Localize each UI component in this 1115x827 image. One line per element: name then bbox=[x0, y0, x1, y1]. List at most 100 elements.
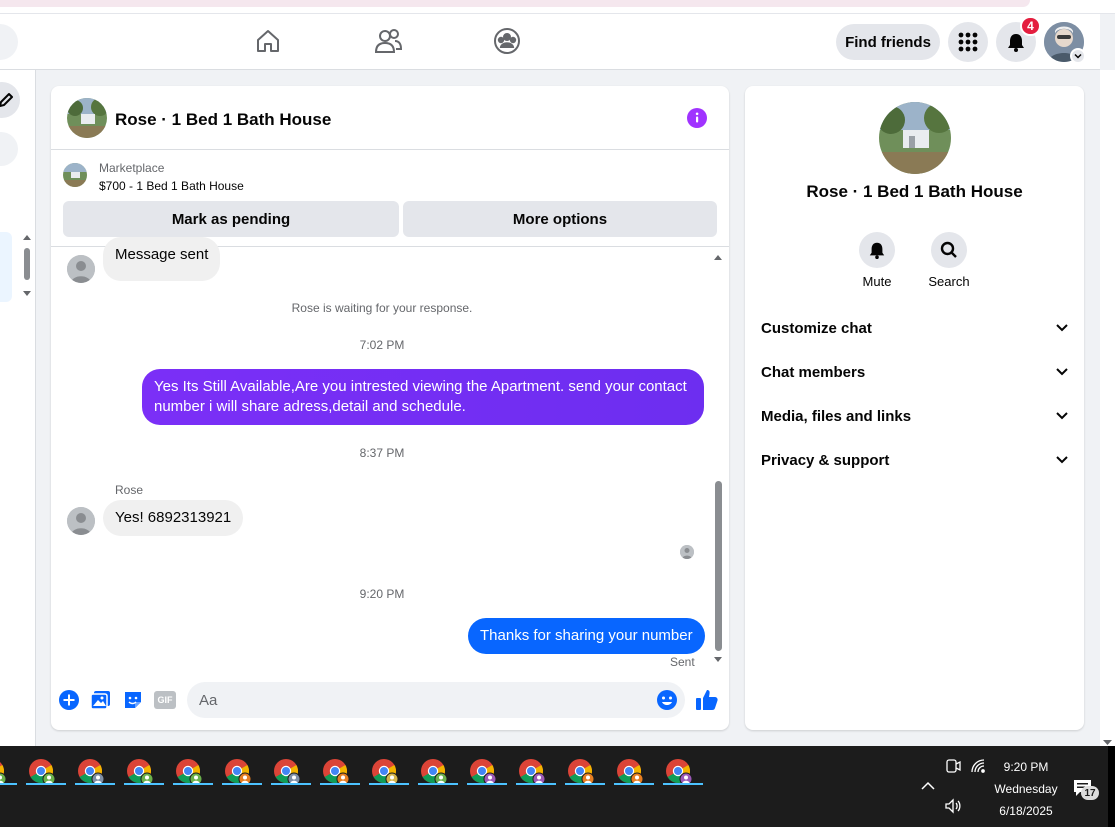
running-indicator bbox=[124, 783, 164, 785]
chrome-app-icon[interactable] bbox=[561, 752, 601, 792]
gif-icon[interactable]: GIF bbox=[153, 688, 177, 712]
chrome-app-icon[interactable] bbox=[365, 752, 405, 792]
like-icon[interactable] bbox=[695, 688, 719, 712]
sender-avatar[interactable] bbox=[67, 255, 95, 283]
running-indicator bbox=[75, 783, 115, 785]
timestamp: 7:02 PM bbox=[359, 338, 405, 352]
chrome-app-icon[interactable] bbox=[512, 752, 552, 792]
home-icon[interactable] bbox=[253, 26, 283, 56]
notification-count-badge: 17 bbox=[1081, 786, 1099, 800]
chrome-app-icon[interactable] bbox=[414, 752, 454, 792]
chrome-app-icon[interactable] bbox=[463, 752, 503, 792]
chrome-app-icon[interactable] bbox=[0, 752, 13, 792]
notification-badge: 4 bbox=[1020, 16, 1041, 36]
running-indicator bbox=[467, 783, 507, 785]
scroll-thumb[interactable] bbox=[715, 481, 722, 651]
thread-scrollbar[interactable] bbox=[713, 248, 723, 668]
chrome-app-icon[interactable] bbox=[316, 752, 356, 792]
running-indicator bbox=[565, 783, 605, 785]
info-icon[interactable] bbox=[687, 108, 707, 128]
windows-taskbar: 9:20 PM Wednesday 6/18/2025 17 bbox=[0, 746, 1115, 827]
rail-avatar-stub[interactable] bbox=[0, 132, 18, 166]
photo-icon[interactable] bbox=[89, 688, 113, 712]
meet-now-icon[interactable] bbox=[943, 756, 963, 776]
section-label: Media, files and links bbox=[761, 407, 912, 425]
search-label: Search bbox=[928, 274, 970, 289]
active-chat-highlight[interactable] bbox=[0, 232, 12, 302]
mute-label: Mute bbox=[862, 274, 892, 289]
more-options-button[interactable]: More options bbox=[403, 201, 717, 237]
compose-icon[interactable] bbox=[0, 82, 20, 118]
search-button[interactable]: Search bbox=[919, 232, 979, 289]
message-thread[interactable]: Message sent Rose is waiting for your re… bbox=[51, 237, 729, 669]
running-indicator bbox=[320, 783, 360, 785]
groups-icon[interactable] bbox=[492, 26, 522, 56]
chat-panel: Rose · 1 Bed 1 Bath House Marketplace $7… bbox=[51, 86, 729, 730]
waiting-notice: Rose is waiting for your response. bbox=[291, 301, 473, 315]
section-label: Chat members bbox=[761, 363, 866, 381]
chrome-app-icon[interactable] bbox=[169, 752, 209, 792]
chat-members-section[interactable]: Chat members bbox=[753, 352, 1076, 392]
plus-icon[interactable] bbox=[57, 688, 81, 712]
browser-tab[interactable] bbox=[0, 0, 1030, 7]
running-indicator bbox=[516, 783, 556, 785]
customize-chat-section[interactable]: Customize chat bbox=[753, 308, 1076, 348]
timestamp: 8:37 PM bbox=[359, 446, 405, 460]
mute-button[interactable]: Mute bbox=[847, 232, 907, 289]
chevron-down-icon bbox=[1056, 412, 1068, 420]
sender-avatar[interactable] bbox=[67, 507, 95, 535]
chevron-down-icon bbox=[1056, 368, 1068, 376]
message-composer: GIF bbox=[51, 680, 729, 720]
running-indicator bbox=[0, 783, 17, 785]
message-bubble-incoming[interactable]: Message sent bbox=[103, 237, 221, 281]
running-indicator bbox=[418, 783, 458, 785]
privacy-support-section[interactable]: Privacy & support bbox=[753, 440, 1076, 480]
mark-as-pending-button[interactable]: Mark as pending bbox=[63, 201, 399, 237]
chevron-up-icon[interactable] bbox=[918, 776, 938, 796]
search-icon bbox=[931, 232, 967, 268]
chat-avatar[interactable] bbox=[67, 98, 107, 138]
system-clock[interactable]: 9:20 PM Wednesday 6/18/2025 bbox=[980, 756, 1072, 822]
running-indicator bbox=[173, 783, 213, 785]
message-bubble-incoming[interactable]: Yes! 6892313921 bbox=[103, 500, 244, 536]
chrome-app-icon[interactable] bbox=[218, 752, 258, 792]
media-files-links-section[interactable]: Media, files and links bbox=[753, 396, 1076, 436]
chrome-app-icon[interactable] bbox=[120, 752, 160, 792]
menu-grid-icon[interactable] bbox=[948, 22, 988, 62]
chrome-app-icon[interactable] bbox=[659, 752, 699, 792]
chat-title[interactable]: Rose · 1 Bed 1 Bath House bbox=[115, 110, 331, 130]
running-indicator bbox=[369, 783, 409, 785]
chevron-down-icon bbox=[1056, 456, 1068, 464]
emoji-icon[interactable] bbox=[655, 688, 679, 712]
top-navigation: Find friends 4 bbox=[0, 14, 1100, 70]
page-scrollbar[interactable] bbox=[1100, 70, 1115, 746]
marketplace-bar: Marketplace $700 - 1 Bed 1 Bath House Ma… bbox=[51, 151, 729, 247]
clock-time: 9:20 PM bbox=[1003, 760, 1049, 774]
chrome-app-icon[interactable] bbox=[71, 752, 111, 792]
message-bubble-outgoing[interactable]: Thanks for sharing your number bbox=[468, 618, 705, 654]
clock-day: Wednesday bbox=[994, 782, 1058, 796]
volume-icon[interactable] bbox=[943, 796, 963, 816]
sticker-icon[interactable] bbox=[121, 688, 145, 712]
account-chevron-icon[interactable] bbox=[1070, 48, 1086, 64]
friends-icon[interactable] bbox=[373, 26, 403, 56]
search-field-stub[interactable] bbox=[0, 24, 18, 60]
listing-title[interactable]: $700 - 1 Bed 1 Bath House bbox=[99, 179, 244, 193]
message-input[interactable] bbox=[187, 682, 685, 718]
section-label: Privacy & support bbox=[761, 451, 890, 469]
message-bubble-outgoing[interactable]: Yes Its Still Available,Are you intreste… bbox=[142, 369, 704, 425]
find-friends-button[interactable]: Find friends bbox=[836, 24, 940, 60]
rail-scrollbar[interactable] bbox=[22, 234, 32, 298]
chrome-app-icon[interactable] bbox=[267, 752, 307, 792]
listing-thumbnail[interactable] bbox=[63, 163, 87, 187]
browser-tab-strip bbox=[0, 0, 1115, 14]
chrome-app-icon[interactable] bbox=[22, 752, 62, 792]
chrome-app-icon[interactable] bbox=[610, 752, 650, 792]
info-title: Rose · 1 Bed 1 Bath House bbox=[806, 182, 1023, 201]
conversation-info-panel: Rose · 1 Bed 1 Bath House Mute Search Cu… bbox=[745, 86, 1084, 730]
info-avatar[interactable] bbox=[879, 102, 951, 174]
read-receipt-avatar bbox=[680, 545, 694, 559]
bell-icon bbox=[859, 232, 895, 268]
running-indicator bbox=[614, 783, 654, 785]
running-indicator bbox=[26, 783, 66, 785]
